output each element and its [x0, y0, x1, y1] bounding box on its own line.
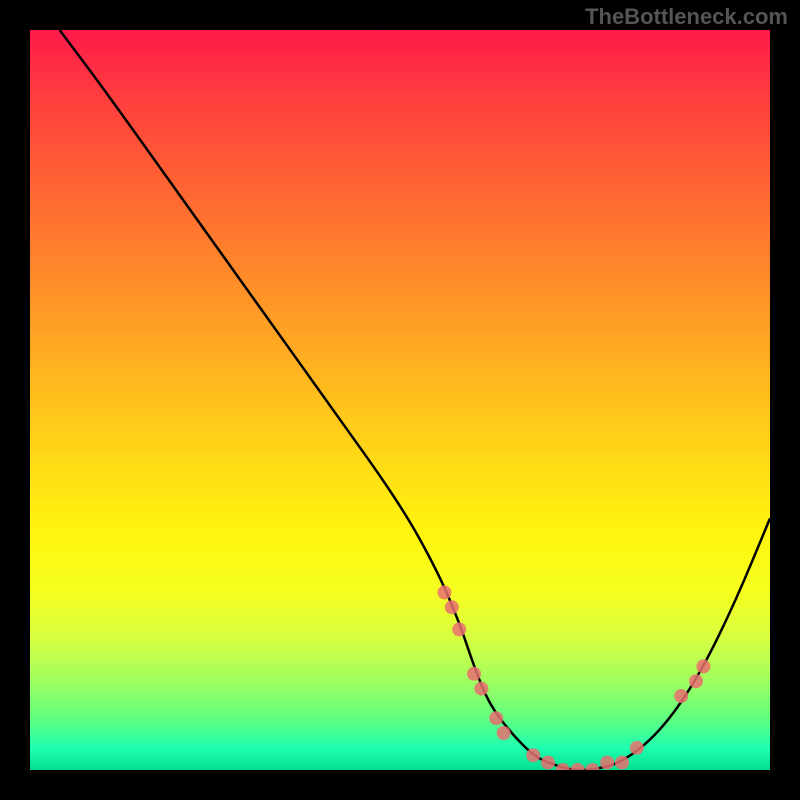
- data-marker: [541, 756, 555, 770]
- data-marker: [497, 726, 511, 740]
- data-marker: [600, 756, 614, 770]
- data-marker: [630, 741, 644, 755]
- data-marker: [615, 756, 629, 770]
- plot-area: [30, 30, 770, 770]
- data-marker: [689, 674, 703, 688]
- chart-svg: [30, 30, 770, 770]
- data-markers: [437, 585, 710, 770]
- data-marker: [452, 622, 466, 636]
- data-marker: [445, 600, 459, 614]
- data-marker: [467, 667, 481, 681]
- data-marker: [674, 689, 688, 703]
- data-marker: [571, 763, 585, 770]
- data-marker: [437, 585, 451, 599]
- bottleneck-curve: [60, 30, 770, 770]
- data-marker: [474, 682, 488, 696]
- data-marker: [585, 763, 599, 770]
- data-marker: [526, 748, 540, 762]
- data-marker: [556, 763, 570, 770]
- data-marker: [696, 659, 710, 673]
- watermark-text: TheBottleneck.com: [585, 4, 788, 30]
- data-marker: [489, 711, 503, 725]
